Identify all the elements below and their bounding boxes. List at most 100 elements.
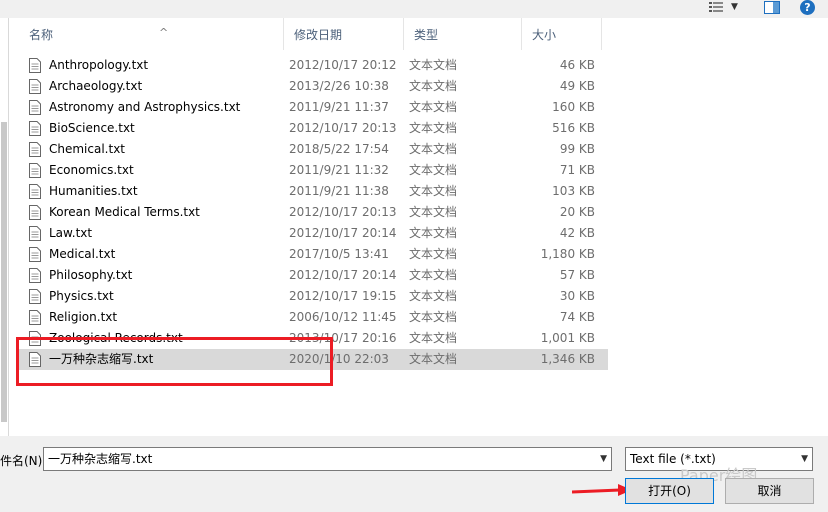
file-date: 2012/10/17 20:14 (289, 226, 397, 240)
file-name: BioScience.txt (49, 121, 135, 135)
file-name: Korean Medical Terms.txt (49, 205, 200, 219)
preview-pane-icon (764, 0, 780, 14)
preview-pane-button[interactable] (764, 0, 780, 14)
column-size-label: 大小 (532, 28, 557, 42)
file-date: 2013/10/17 20:16 (289, 331, 397, 345)
file-row[interactable]: BioScience.txt 2012/10/17 20:13 文本文档 516… (19, 118, 608, 139)
column-type-label: 类型 (414, 28, 439, 42)
text-file-icon (29, 100, 41, 115)
filename-input[interactable]: 一万种杂志缩写.txt ▼ (43, 447, 612, 471)
column-type[interactable]: 类型 (404, 18, 522, 50)
file-size: 20 KB (559, 205, 595, 219)
chevron-down-icon[interactable]: ▼ (731, 2, 738, 12)
file-name: Archaeology.txt (49, 79, 143, 93)
file-date: 2012/10/17 20:13 (289, 121, 397, 135)
file-name: Zoological Records.txt (49, 331, 183, 345)
file-row[interactable]: Economics.txt 2011/9/21 11:32 文本文档 71 KB (19, 160, 608, 181)
file-row[interactable]: Physics.txt 2012/10/17 19:15 文本文档 30 KB (19, 286, 608, 307)
column-header: 名称 ^ 修改日期 类型 大小 (9, 18, 828, 50)
file-list: 名称 ^ 修改日期 类型 大小 Anthropology.txt 2012/10… (9, 18, 828, 436)
file-date: 2012/10/17 20:13 (289, 205, 397, 219)
file-size: 74 KB (559, 310, 595, 324)
column-date-label: 修改日期 (294, 28, 343, 42)
text-file-icon (29, 163, 41, 178)
file-size: 1,001 KB (540, 331, 595, 345)
file-row-selected[interactable]: 一万种杂志缩写.txt 2020/1/10 22:03 文本文档 1,346 K… (19, 349, 608, 370)
file-row[interactable]: Humanities.txt 2011/9/21 11:38 文本文档 103 … (19, 181, 608, 202)
file-date: 2006/10/12 11:45 (289, 310, 397, 324)
file-name: Chemical.txt (49, 142, 126, 156)
text-file-icon (29, 310, 41, 325)
file-row[interactable]: Zoological Records.txt 2013/10/17 20:16 … (19, 328, 608, 349)
sort-ascending-icon: ^ (159, 26, 169, 39)
filename-value: 一万种杂志缩写.txt (48, 452, 153, 466)
text-file-icon (29, 184, 41, 199)
help-button[interactable]: ? (800, 0, 815, 15)
file-date: 2012/10/17 20:14 (289, 268, 397, 282)
text-file-icon (29, 58, 41, 73)
file-row[interactable]: Chemical.txt 2018/5/22 17:54 文本文档 99 KB (19, 139, 608, 160)
column-name[interactable]: 名称 ^ (19, 18, 284, 50)
file-date: 2011/9/21 11:37 (289, 100, 389, 114)
file-date: 2011/9/21 11:32 (289, 163, 389, 177)
chevron-down-icon[interactable]: ▼ (600, 454, 607, 464)
file-size: 30 KB (559, 289, 595, 303)
file-row[interactable]: Astronomy and Astrophysics.txt 2011/9/21… (19, 97, 608, 118)
file-date: 2020/1/10 22:03 (289, 352, 389, 366)
file-type: 文本文档 (409, 352, 458, 366)
file-name: Medical.txt (49, 247, 116, 261)
open-button[interactable]: 打开(O) (625, 478, 714, 504)
file-name: Economics.txt (49, 163, 134, 177)
file-size: 160 KB (552, 100, 595, 114)
file-type: 文本文档 (409, 121, 458, 135)
file-type: 文本文档 (409, 142, 458, 156)
file-name: Law.txt (49, 226, 93, 240)
file-row[interactable]: Religion.txt 2006/10/12 11:45 文本文档 74 KB (19, 307, 608, 328)
file-type: 文本文档 (409, 163, 458, 177)
file-type: 文本文档 (409, 79, 458, 93)
text-file-icon (29, 289, 41, 304)
text-file-icon (29, 142, 41, 157)
chevron-down-icon[interactable]: ▼ (801, 454, 808, 464)
file-type: 文本文档 (409, 58, 458, 72)
file-date: 2012/10/17 19:15 (289, 289, 397, 303)
column-name-label: 名称 (29, 28, 54, 42)
toolbar: ▼ ? (0, 0, 828, 18)
file-size: 57 KB (559, 268, 595, 282)
file-row[interactable]: Korean Medical Terms.txt 2012/10/17 20:1… (19, 202, 608, 223)
file-name: Anthropology.txt (49, 58, 149, 72)
file-row[interactable]: Archaeology.txt 2013/2/26 10:38 文本文档 49 … (19, 76, 608, 97)
file-name: Astronomy and Astrophysics.txt (49, 100, 241, 114)
text-file-icon (29, 79, 41, 94)
file-type: 文本文档 (409, 331, 458, 345)
file-row[interactable]: Philosophy.txt 2012/10/17 20:14 文本文档 57 … (19, 265, 608, 286)
file-name: Humanities.txt (49, 184, 138, 198)
file-name: Religion.txt (49, 310, 118, 324)
file-size: 42 KB (559, 226, 595, 240)
file-row[interactable]: Law.txt 2012/10/17 20:14 文本文档 42 KB (19, 223, 608, 244)
text-file-icon (29, 121, 41, 136)
file-name: Physics.txt (49, 289, 114, 303)
file-row[interactable]: Anthropology.txt 2012/10/17 20:12 文本文档 4… (19, 55, 608, 76)
navigation-pane (0, 18, 9, 436)
file-type: 文本文档 (409, 289, 458, 303)
text-file-icon (29, 352, 41, 367)
file-type: 文本文档 (409, 205, 458, 219)
view-list-icon (709, 2, 723, 12)
text-file-icon (29, 226, 41, 241)
file-date: 2011/9/21 11:38 (289, 184, 389, 198)
cancel-button[interactable]: 取消 (725, 478, 814, 504)
file-size: 99 KB (559, 142, 595, 156)
file-size: 1,346 KB (540, 352, 595, 366)
column-size[interactable]: 大小 (522, 18, 602, 50)
file-type: 文本文档 (409, 310, 458, 324)
text-file-icon (29, 331, 41, 346)
text-file-icon (29, 268, 41, 283)
file-date: 2018/5/22 17:54 (289, 142, 389, 156)
view-options-button[interactable]: ▼ (709, 0, 738, 14)
column-date[interactable]: 修改日期 (284, 18, 404, 50)
file-row[interactable]: Medical.txt 2017/10/5 13:41 文本文档 1,180 K… (19, 244, 608, 265)
scrollbar[interactable] (1, 122, 7, 422)
file-date: 2012/10/17 20:12 (289, 58, 397, 72)
file-size: 103 KB (552, 184, 595, 198)
